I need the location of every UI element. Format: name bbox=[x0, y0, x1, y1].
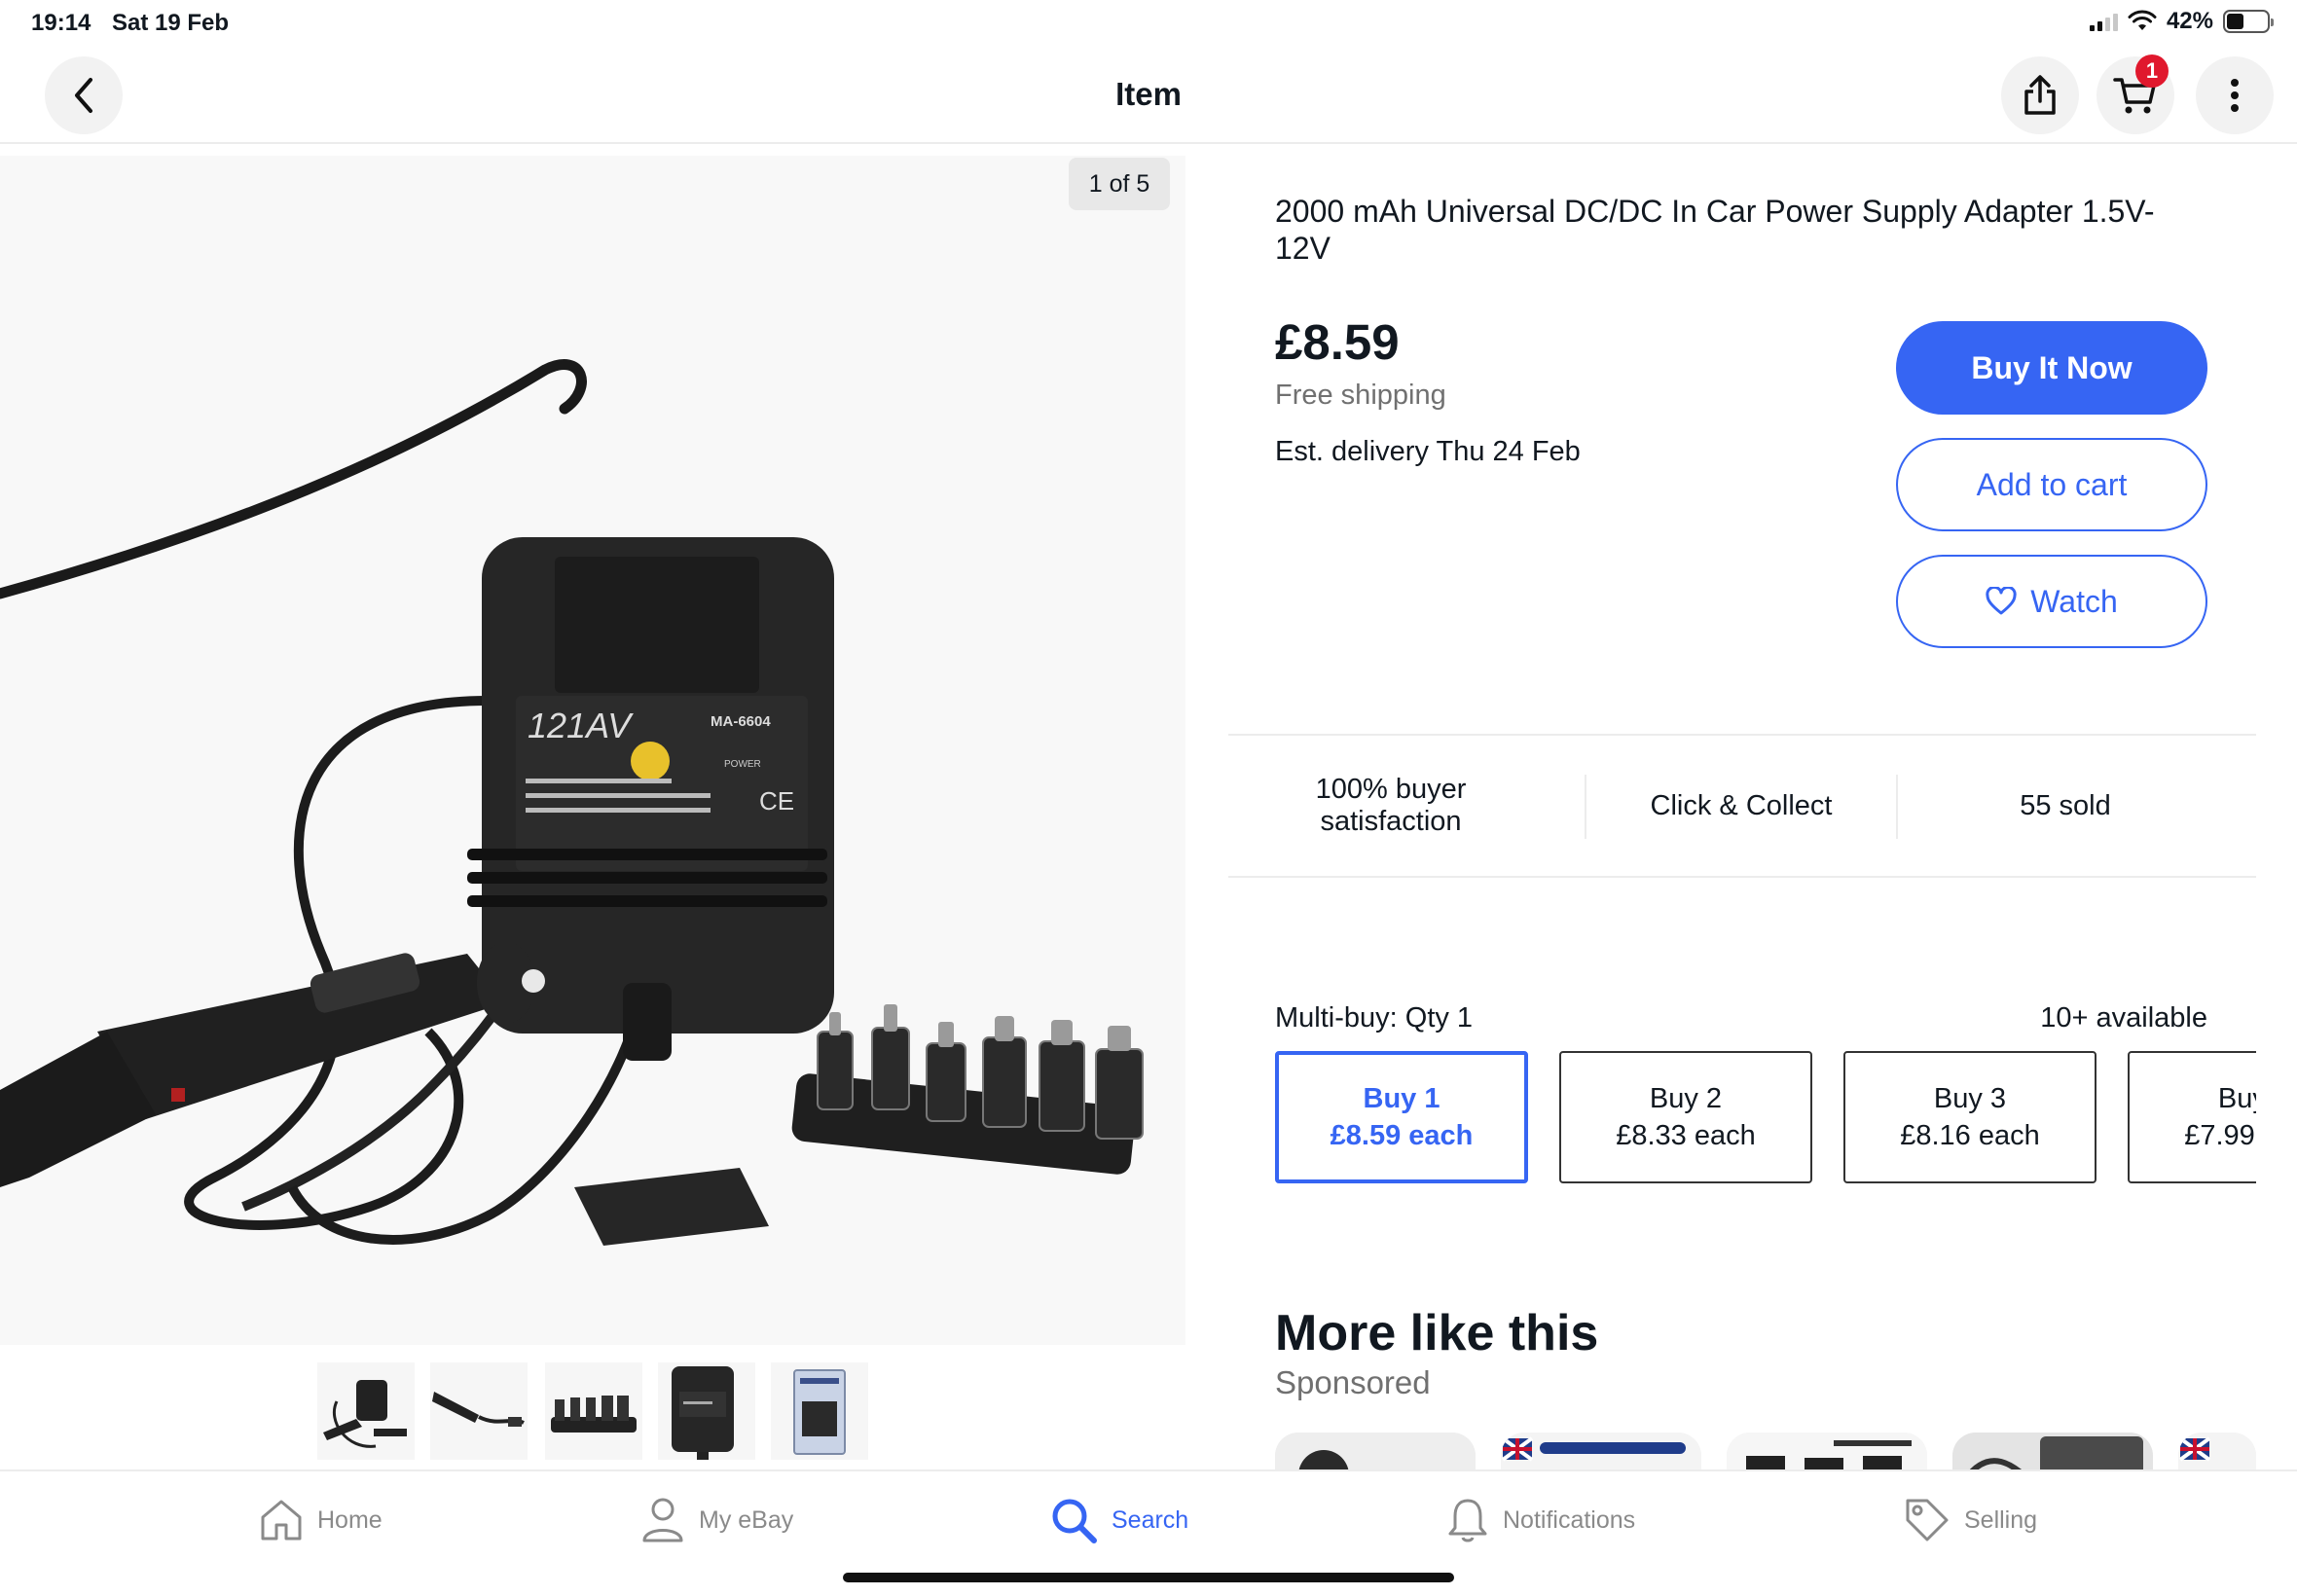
buyer-satisfaction-stat: 100% buyer satisfaction bbox=[1228, 736, 1553, 876]
tier-price: £8.16 each bbox=[1900, 1120, 2040, 1151]
tag-icon bbox=[1906, 1499, 1949, 1542]
power-label: POWER bbox=[724, 759, 761, 770]
thumbnail-1[interactable] bbox=[317, 1362, 415, 1460]
tab-search[interactable]: Search bbox=[1049, 1493, 1188, 1547]
click-collect-label: Click & Collect bbox=[1650, 789, 1833, 821]
multi-buy-option-3[interactable]: Buy 3 £8.16 each bbox=[1843, 1051, 2096, 1183]
cart-count-badge: 1 bbox=[2135, 54, 2169, 88]
share-button[interactable] bbox=[2001, 56, 2079, 134]
status-bar: 19:14 Sat 19 Feb 42% bbox=[0, 0, 2297, 47]
back-button[interactable] bbox=[45, 56, 123, 134]
click-collect-stat: Click & Collect bbox=[1586, 736, 1896, 876]
tier-price: £7.99 each bbox=[2184, 1120, 2256, 1151]
image-counter: 1 of 5 bbox=[1069, 158, 1170, 210]
multi-buy-label: Multi-buy: Qty 1 bbox=[1275, 1002, 1474, 1034]
model-label: MA-6604 bbox=[711, 713, 771, 730]
tab-my-ebay-label: My eBay bbox=[699, 1505, 794, 1534]
watch-label: Watch bbox=[2030, 583, 2118, 619]
brand-label: 121AV bbox=[528, 706, 634, 745]
search-icon bbox=[1052, 1499, 1097, 1543]
buyer-satisfaction-line2: satisfaction bbox=[1320, 806, 1462, 837]
home-icon bbox=[261, 1500, 302, 1541]
share-icon bbox=[2024, 75, 2056, 115]
wifi-icon bbox=[2128, 10, 2157, 30]
multi-buy-options: Buy 1 £8.59 each Buy 2 £8.33 each Buy 3 … bbox=[1275, 1051, 2256, 1183]
tier-qty: Buy 2 bbox=[1649, 1083, 1723, 1114]
product-price: £8.59 bbox=[1275, 314, 1400, 370]
multi-buy-option-2[interactable]: Buy 2 £8.33 each bbox=[1559, 1051, 1812, 1183]
tab-home-label: Home bbox=[317, 1505, 383, 1534]
product-image: 121AV MA-6604 POWER CE bbox=[0, 156, 1185, 1345]
tab-search-label: Search bbox=[1112, 1505, 1189, 1534]
more-vertical-icon bbox=[2231, 79, 2239, 112]
more-options-button[interactable] bbox=[2196, 56, 2274, 134]
multi-buy-option-4[interactable]: Buy 4 £7.99 each bbox=[2128, 1051, 2256, 1183]
related-item-card[interactable] bbox=[1275, 1433, 1476, 1469]
battery-icon bbox=[2223, 10, 2274, 33]
buyer-satisfaction-line1: 100% buyer bbox=[1315, 774, 1467, 805]
thumbnail-strip bbox=[0, 1355, 1185, 1462]
tab-selling-label: Selling bbox=[1964, 1505, 2038, 1534]
buy-it-now-button[interactable]: Buy It Now bbox=[1896, 321, 2207, 415]
estimated-delivery: Est. delivery Thu 24 Feb bbox=[1275, 436, 1581, 467]
sponsored-label: Sponsored bbox=[1275, 1364, 1431, 1400]
thumbnail-3[interactable] bbox=[545, 1362, 642, 1460]
watch-button[interactable]: Watch bbox=[1896, 555, 2207, 648]
product-title: 2000 mAh Universal DC/DC In Car Power Su… bbox=[1275, 194, 2155, 266]
product-image-gallery[interactable]: 121AV MA-6604 POWER CE bbox=[0, 156, 1185, 1345]
bell-icon bbox=[1448, 1499, 1487, 1542]
tab-home[interactable]: Home bbox=[259, 1493, 383, 1547]
thumbnail-2[interactable] bbox=[430, 1362, 528, 1460]
thumbnail-5[interactable] bbox=[771, 1362, 868, 1460]
home-indicator[interactable] bbox=[843, 1573, 1454, 1582]
page-title: Item bbox=[1115, 76, 1182, 112]
status-indicators: 42% bbox=[2089, 8, 2274, 35]
buy-it-now-label: Buy It Now bbox=[1971, 349, 2133, 385]
tab-notifications[interactable]: Notifications bbox=[1446, 1493, 1635, 1547]
more-like-this-carousel bbox=[1275, 1433, 2256, 1469]
tier-price: £8.59 each bbox=[1330, 1120, 1474, 1151]
related-item-card[interactable] bbox=[2178, 1433, 2256, 1469]
related-item-card[interactable] bbox=[1727, 1433, 1927, 1469]
cart-button[interactable]: 1 bbox=[2096, 54, 2174, 134]
tab-my-ebay[interactable]: My eBay bbox=[640, 1493, 793, 1547]
battery-percent: 42% bbox=[2166, 8, 2213, 34]
cellular-signal-icon bbox=[2089, 12, 2118, 31]
sold-count-stat: 55 sold bbox=[1898, 736, 2233, 876]
tier-price: £8.33 each bbox=[1616, 1120, 1756, 1151]
thumbnail-4[interactable] bbox=[658, 1362, 755, 1460]
sold-count-label: 55 sold bbox=[2020, 789, 2111, 821]
tier-qty: Buy 4 bbox=[2217, 1083, 2256, 1114]
tier-qty: Buy 3 bbox=[1933, 1083, 2007, 1114]
status-time: 19:14 bbox=[31, 10, 91, 36]
status-date: Sat 19 Feb bbox=[112, 10, 230, 36]
add-to-cart-button[interactable]: Add to cart bbox=[1896, 438, 2207, 531]
available-quantity: 10+ available bbox=[2040, 1002, 2207, 1034]
add-to-cart-label: Add to cart bbox=[1976, 466, 2128, 502]
tier-qty: Buy 1 bbox=[1363, 1083, 1440, 1114]
related-item-card[interactable] bbox=[1952, 1433, 2153, 1469]
more-like-this-heading: More like this bbox=[1275, 1305, 1599, 1361]
heart-icon bbox=[1986, 587, 2017, 615]
ce-mark: CE bbox=[759, 786, 794, 816]
chevron-left-icon bbox=[75, 78, 92, 113]
multi-buy-option-1[interactable]: Buy 1 £8.59 each bbox=[1275, 1051, 1528, 1183]
seller-stats: 100% buyer satisfaction Click & Collect 5… bbox=[1228, 734, 2256, 878]
person-icon bbox=[642, 1498, 683, 1542]
related-item-card[interactable] bbox=[1501, 1433, 1701, 1469]
top-navigation-bar: Item 1 bbox=[0, 47, 2297, 144]
tab-selling[interactable]: Selling bbox=[1904, 1493, 2037, 1547]
shipping-info: Free shipping bbox=[1275, 380, 1446, 411]
tab-notifications-label: Notifications bbox=[1503, 1505, 1636, 1534]
